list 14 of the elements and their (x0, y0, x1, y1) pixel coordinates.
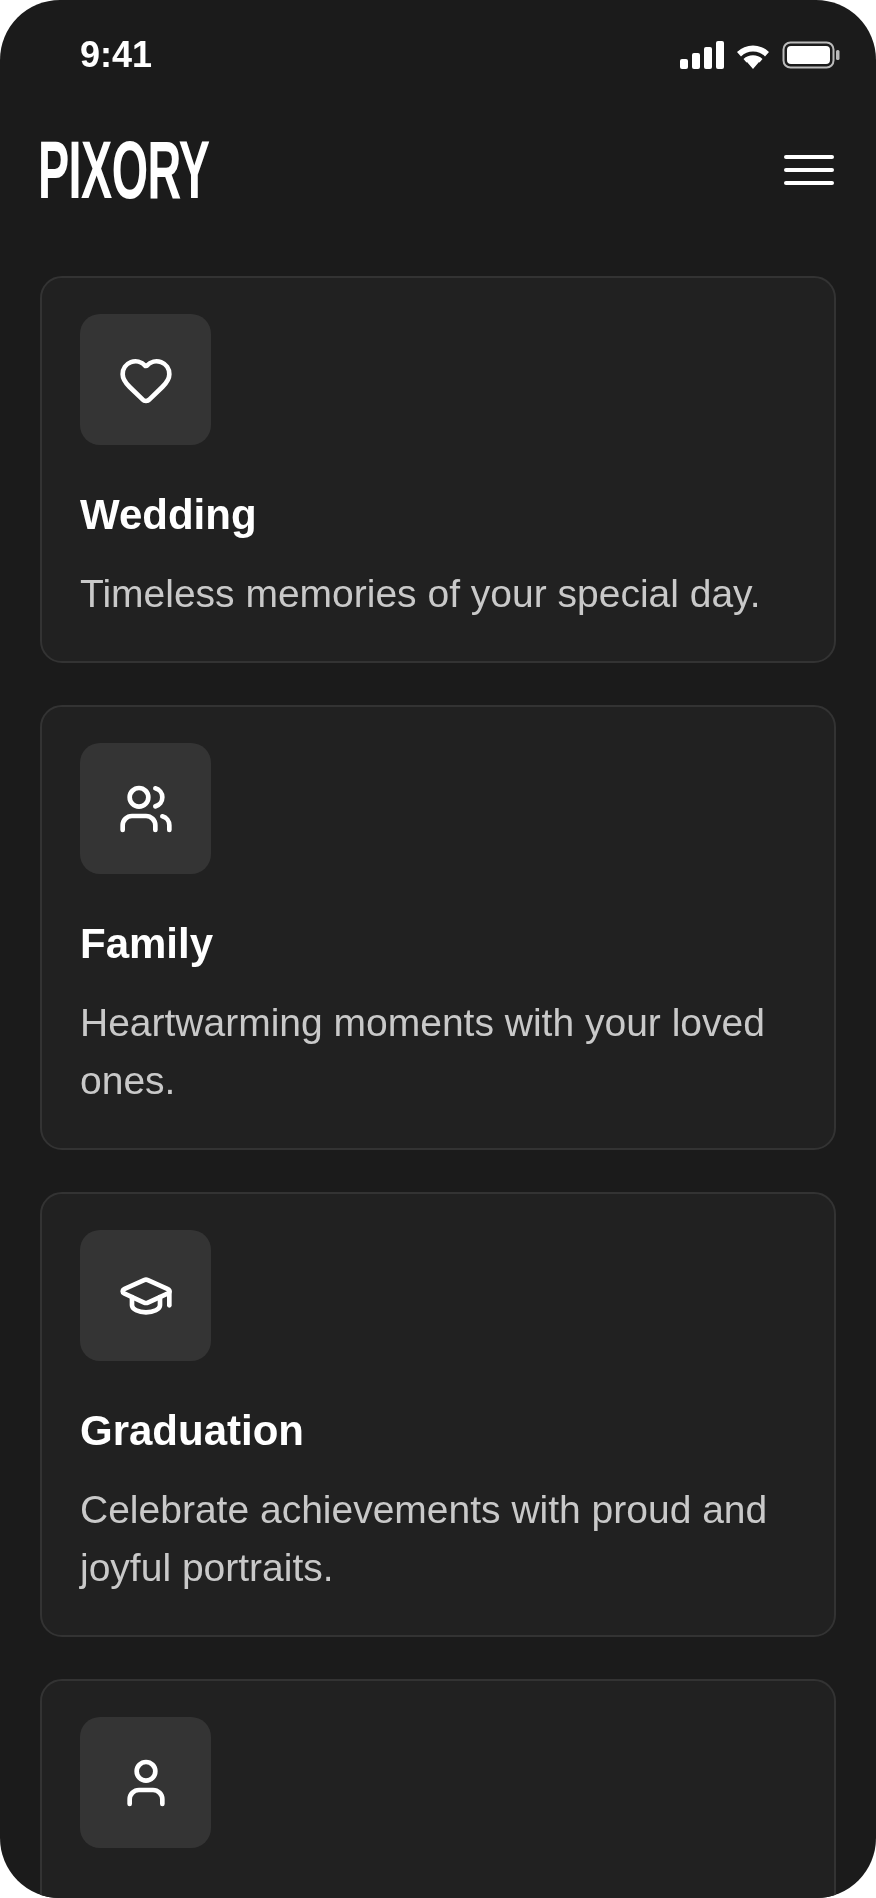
card-description: Timeless memories of your special day. (80, 571, 762, 617)
signal-icon (680, 41, 724, 69)
status-time: 9:41 (80, 33, 153, 77)
service-card[interactable]: Wedding Timeless memories of your special day. (40, 276, 836, 663)
service-card[interactable]: Family Heartwarming moments with your loved ones. (40, 705, 836, 1150)
card-title: Graduation (80, 1406, 305, 1456)
battery-icon (782, 41, 840, 69)
card-title: Family (80, 919, 215, 969)
card-title: Wedding (80, 490, 258, 540)
service-card[interactable]: Graduation Celebrate achievements with proud and joyful portraits. (40, 1192, 836, 1637)
app-logo: PIXORY (38, 130, 210, 210)
card-description: Celebrate achievements with proud and joyful portraits. (80, 1487, 769, 1591)
card-description: Heartwarming moments with your loved ones. (80, 1000, 766, 1104)
menu-button[interactable] (784, 155, 834, 185)
